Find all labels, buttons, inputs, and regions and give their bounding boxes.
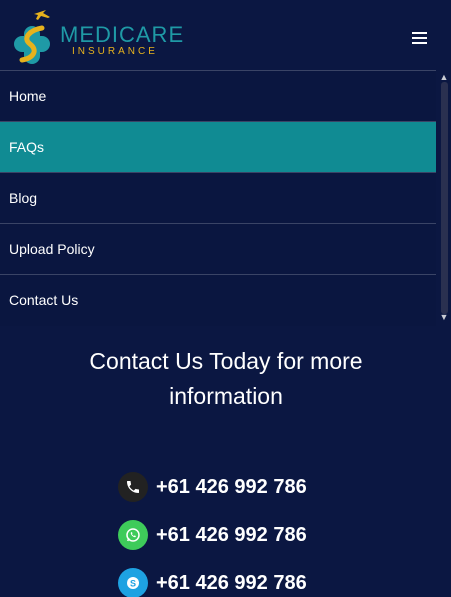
scroll-up-icon[interactable]: ▲	[438, 72, 450, 82]
phone-number[interactable]: +61 426 992 786	[156, 476, 307, 499]
phone-contact-row[interactable]: +61 426 992 786	[118, 471, 307, 503]
hamburger-icon[interactable]	[410, 30, 430, 46]
nav-item-label: Upload Policy	[9, 241, 95, 257]
skype-number[interactable]: +61 426 992 786	[156, 572, 307, 595]
nav-item-label: FAQs	[9, 139, 45, 155]
phone-icon	[118, 472, 148, 502]
skype-icon: S	[118, 568, 148, 597]
contact-heading: Contact Us Today for more information	[89, 348, 363, 409]
whatsapp-contact-row[interactable]: +61 426 992 786	[118, 519, 307, 551]
whatsapp-icon	[118, 520, 148, 550]
hamburger-line	[412, 37, 427, 39]
scrollbar-thumb[interactable]	[441, 82, 448, 314]
brand-tagline: INSURANCE	[72, 46, 158, 57]
scroll-down-icon[interactable]: ▼	[438, 312, 450, 322]
hamburger-line	[412, 32, 427, 34]
brand-logo[interactable]: MEDICARE INSURANCE	[12, 8, 183, 64]
hamburger-line	[412, 42, 427, 44]
nav-menu: Home FAQs Blog Upload Policy Contact Us	[0, 70, 436, 326]
brand-name: MEDICARE	[60, 22, 185, 47]
nav-item-label: Blog	[9, 190, 38, 206]
skype-contact-row[interactable]: S +61 426 992 786	[118, 567, 307, 597]
nav-item-home[interactable]: Home	[0, 70, 436, 121]
nav-item-blog[interactable]: Blog	[0, 172, 436, 223]
nav-item-label: Home	[9, 88, 47, 104]
nav-item-upload-policy[interactable]: Upload Policy	[0, 223, 436, 274]
whatsapp-number[interactable]: +61 426 992 786	[156, 524, 307, 547]
svg-text:S: S	[130, 578, 136, 588]
nav-item-faqs[interactable]: FAQs	[0, 121, 436, 172]
nav-item-contact-us[interactable]: Contact Us	[0, 274, 436, 325]
site-header: MEDICARE INSURANCE	[0, 0, 451, 71]
medicare-logo-icon	[14, 10, 50, 64]
nav-item-label: Contact Us	[9, 292, 79, 308]
